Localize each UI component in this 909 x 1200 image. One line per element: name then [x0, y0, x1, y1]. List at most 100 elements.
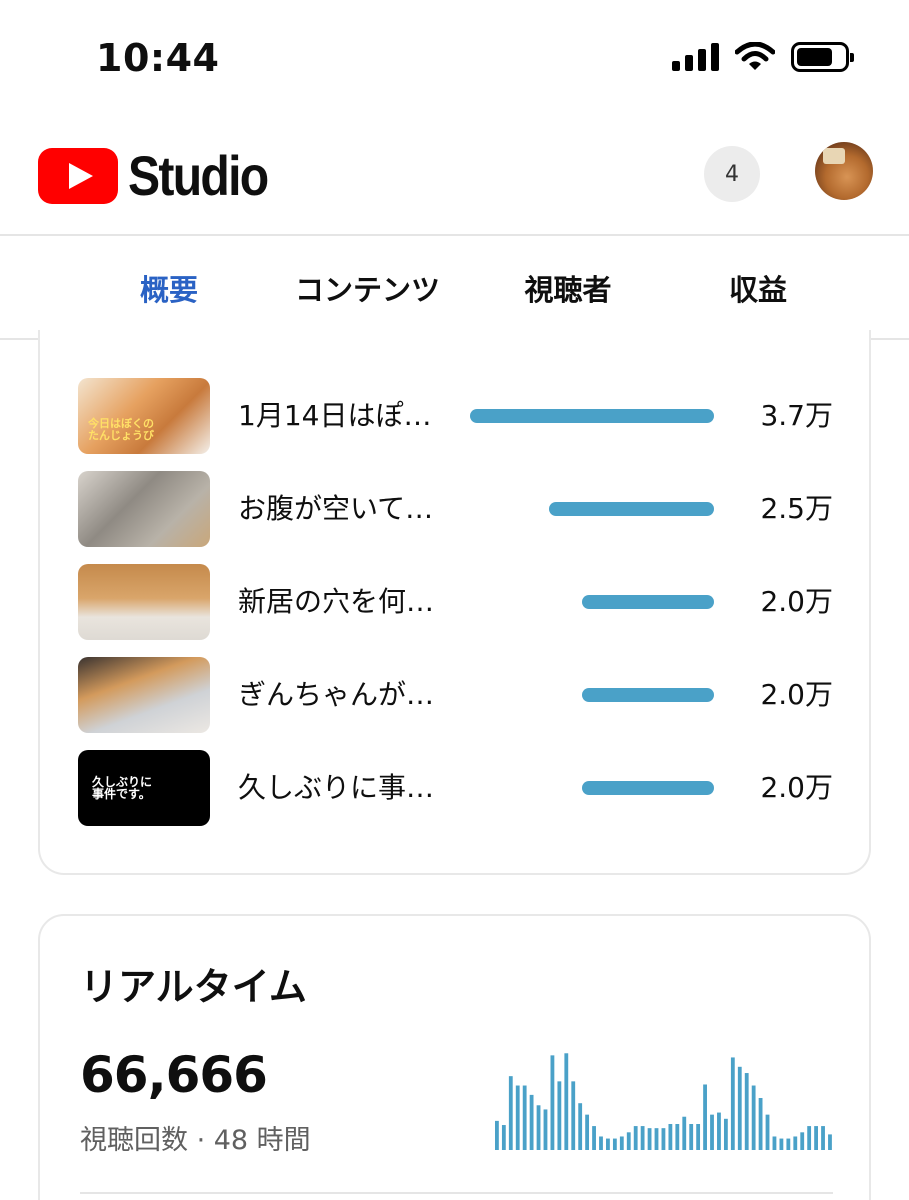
chart-bar — [675, 1124, 680, 1150]
chart-bar — [828, 1134, 832, 1150]
chart-bar — [501, 1125, 506, 1150]
chart-bar — [772, 1136, 777, 1150]
video-views: 2.0万 — [760, 678, 833, 711]
top-videos-card: 今日はぼくの たんじょうび 1月14日はぽ… 3.7万 お腹が空いて… 2.5万… — [38, 330, 871, 875]
chart-bar — [730, 1057, 735, 1150]
chart-bar — [592, 1126, 596, 1150]
views-bar-track — [470, 409, 714, 423]
chart-bar — [599, 1136, 603, 1150]
video-views: 2.0万 — [760, 771, 833, 804]
realtime-count: 66,666 — [80, 1046, 268, 1104]
views-bar — [582, 688, 714, 702]
tab-bar: 概要 コンテンツ 視聴者 収益 — [0, 236, 909, 340]
account-avatar[interactable] — [815, 142, 873, 200]
app-header: Studio 4 — [0, 118, 909, 236]
chart-bar — [689, 1124, 694, 1150]
chart-bar — [550, 1055, 555, 1150]
video-thumbnail — [78, 564, 210, 640]
chart-bar — [564, 1053, 569, 1150]
video-views: 2.0万 — [760, 585, 833, 618]
chart-bar — [821, 1126, 825, 1150]
video-row[interactable]: 今日はぼくの たんじょうび 1月14日はぽ… 3.7万 — [40, 378, 873, 454]
tab-revenue[interactable]: 収益 — [663, 236, 853, 340]
chart-bar — [585, 1114, 590, 1150]
video-thumbnail — [78, 657, 210, 733]
chart-bar — [626, 1132, 631, 1150]
chart-bar — [765, 1114, 770, 1150]
views-bar — [582, 781, 714, 795]
views-bar — [582, 595, 714, 609]
video-row[interactable]: 新居の穴を何… 2.0万 — [40, 564, 873, 640]
video-thumbnail: 久しぶりに 事件です。 — [78, 750, 210, 826]
cellular-signal-icon — [672, 43, 719, 71]
divider — [80, 1192, 833, 1194]
status-icons — [672, 40, 854, 74]
realtime-subtitle: 視聴回数 · 48 時間 — [80, 1125, 311, 1156]
video-row[interactable]: お腹が空いて… 2.5万 — [40, 471, 873, 547]
video-views: 2.5万 — [760, 492, 833, 525]
views-bar-track — [470, 688, 714, 702]
tab-audience[interactable]: 視聴者 — [473, 236, 663, 340]
chart-bar — [703, 1084, 707, 1150]
realtime-card[interactable]: リアルタイム 66,666 視聴回数 · 48 時間 — [38, 914, 871, 1200]
chart-bar — [779, 1138, 784, 1150]
realtime-views-chart — [495, 1053, 832, 1150]
chart-bar — [571, 1081, 576, 1150]
chart-bar — [543, 1109, 548, 1150]
chart-bar — [495, 1120, 499, 1150]
chart-bar — [529, 1094, 534, 1150]
chart-bar — [557, 1081, 562, 1150]
views-bar — [549, 502, 714, 516]
chart-bar — [619, 1136, 624, 1150]
battery-level — [797, 48, 832, 66]
video-thumbnail: 今日はぼくの たんじょうび — [78, 378, 210, 454]
chart-bar — [654, 1128, 659, 1150]
status-time: 10:44 — [96, 36, 220, 80]
chart-bar — [751, 1085, 756, 1150]
thumbnail-caption: 久しぶりに 事件です。 — [92, 775, 153, 801]
chart-bar — [807, 1126, 812, 1150]
chart-bar — [640, 1126, 645, 1150]
chart-bar — [647, 1128, 652, 1150]
status-bar: 10:44 — [0, 0, 909, 118]
views-bar-track — [470, 781, 714, 795]
chart-bar — [606, 1138, 610, 1150]
tab-content[interactable]: コンテンツ — [270, 236, 465, 340]
chart-bar — [522, 1085, 527, 1150]
realtime-title: リアルタイム — [80, 965, 307, 1009]
wifi-icon — [735, 42, 775, 70]
chart-bar — [661, 1128, 666, 1150]
video-thumbnail — [78, 471, 210, 547]
chart-bar — [814, 1126, 818, 1150]
chart-bar — [793, 1136, 798, 1150]
chart-bar — [710, 1114, 714, 1150]
chart-bar — [536, 1105, 541, 1150]
chart-bar — [786, 1138, 791, 1150]
video-row[interactable]: ぎんちゃんが… 2.0万 — [40, 657, 873, 733]
chart-bar — [717, 1112, 721, 1150]
video-title: お腹が空いて… — [238, 492, 434, 525]
views-bar — [470, 409, 714, 423]
video-title: ぎんちゃんが… — [238, 678, 435, 711]
chart-bar — [612, 1138, 617, 1150]
chart-bar — [696, 1124, 701, 1150]
chart-bar — [578, 1103, 583, 1150]
notifications-button[interactable]: 4 — [704, 146, 760, 202]
chart-bar — [668, 1124, 673, 1150]
thumbnail-caption: 今日はぼくの たんじょうび — [88, 417, 154, 442]
chart-bar — [682, 1116, 687, 1150]
tab-overview[interactable]: 概要 — [74, 236, 264, 340]
video-views: 3.7万 — [760, 399, 833, 432]
video-title: 1月14日はぽ… — [238, 399, 432, 432]
chart-bar — [737, 1066, 742, 1150]
chart-bar — [758, 1098, 763, 1150]
chart-bar — [633, 1126, 638, 1150]
chart-bar — [515, 1085, 520, 1150]
studio-logo[interactable]: Studio — [38, 143, 290, 208]
views-bar-track — [470, 595, 714, 609]
video-title: 新居の穴を何… — [238, 585, 435, 618]
video-title: 久しぶりに事… — [238, 771, 435, 804]
chart-bar — [508, 1076, 513, 1150]
video-row[interactable]: 久しぶりに 事件です。 久しぶりに事… 2.0万 — [40, 750, 873, 826]
youtube-play-icon — [38, 147, 118, 204]
